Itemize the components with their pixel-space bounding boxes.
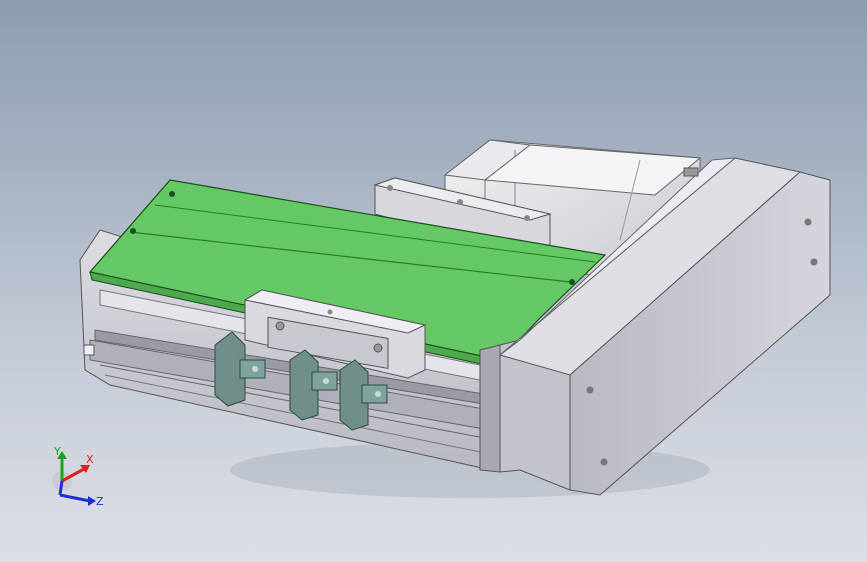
z-axis-arrow xyxy=(58,480,64,496)
axis-triad: Y X Z xyxy=(52,445,104,508)
x-axis-label: X xyxy=(86,453,94,466)
linear-module-model[interactable] xyxy=(0,0,867,562)
z-axis-label: Z xyxy=(96,495,104,508)
y-axis-label: Y xyxy=(53,445,61,458)
graphics-viewport[interactable]: Y X Z xyxy=(0,0,867,562)
